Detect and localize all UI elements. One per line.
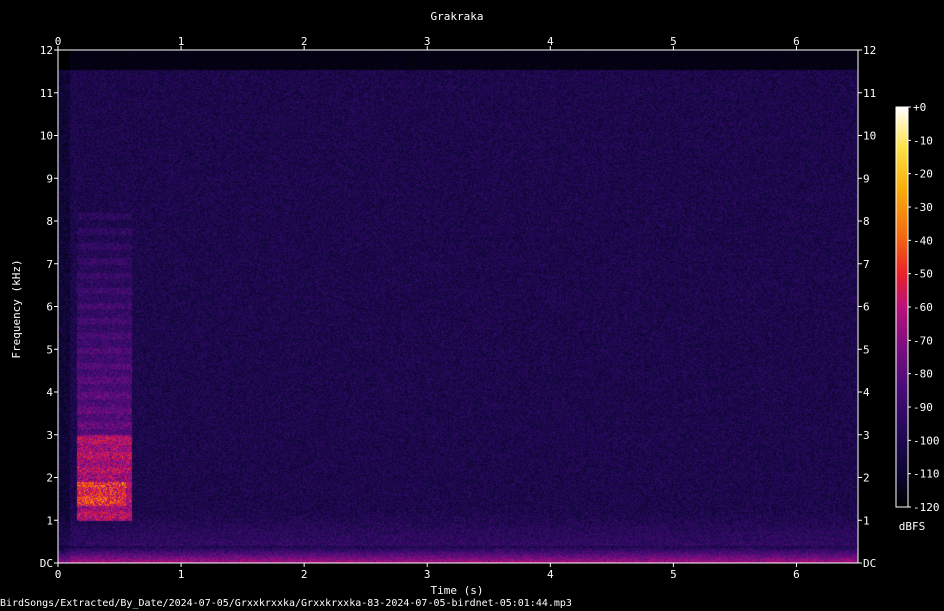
spectrogram-figure: Grakraka 0 0 1 1 2 2 3 3 4 4 5 5 6 6 DC DC 1 1 2 2 3 3 4 4 5 5 6 6 7… bbox=[0, 0, 944, 611]
x-tick-label-top: 4 bbox=[547, 35, 554, 48]
spectrogram-raster bbox=[58, 50, 858, 563]
colorbar-tick-label: -10 bbox=[913, 134, 933, 147]
colorbar-tick-label: -50 bbox=[913, 268, 933, 281]
y-tick-label-left: 11 bbox=[40, 87, 53, 100]
y-tick-label-right: 1 bbox=[863, 514, 870, 527]
colorbar-tick-label: -110 bbox=[913, 468, 940, 481]
x-tick-label-top: 6 bbox=[793, 35, 800, 48]
y-tick-label-left: 3 bbox=[46, 429, 53, 442]
spectrogram-canvas bbox=[58, 50, 858, 563]
colorbar-tick-label: -100 bbox=[913, 434, 940, 447]
x-tick-label-top: 2 bbox=[301, 35, 308, 48]
x-tick-label-bottom: 5 bbox=[670, 568, 677, 581]
y-tick-label-left: 4 bbox=[46, 386, 53, 399]
y-tick-label-left: 2 bbox=[46, 472, 53, 485]
x-tick-label-top: 1 bbox=[178, 35, 185, 48]
x-tick-label-bottom: 6 bbox=[793, 568, 800, 581]
y-tick-label-left: 1 bbox=[46, 514, 53, 527]
spectrogram-area bbox=[58, 50, 858, 563]
colorbar-tick-label: -120 bbox=[913, 501, 940, 514]
y-axis-label: Frequency (kHz) bbox=[10, 259, 23, 358]
y-tick-label-right: 4 bbox=[863, 386, 870, 399]
colorbar-tick-label: -70 bbox=[913, 334, 933, 347]
colorbar: +0 -10 -20 -30 -40 -50 -60 -70 -80 -90 -100 -110 -12… bbox=[895, 101, 940, 514]
x-tick-label-top: 0 bbox=[55, 35, 62, 48]
y-tick-label-left: 10 bbox=[40, 130, 53, 143]
chart-title: Grakraka bbox=[431, 10, 484, 23]
y-tick-label-right: 9 bbox=[863, 172, 870, 185]
y-tick-label-right: 2 bbox=[863, 472, 870, 485]
colorbar-tick-label: -20 bbox=[913, 168, 933, 181]
file-path-footer: BirdSongs/Extracted/By_Date/2024-07-05/G… bbox=[0, 598, 572, 609]
y-tick-label-right: 8 bbox=[863, 215, 870, 228]
x-tick-label-bottom: 4 bbox=[547, 568, 554, 581]
x-axis-label: Time (s) bbox=[431, 584, 484, 597]
y-tick-label-left: 5 bbox=[46, 343, 53, 356]
x-tick-label-bottom: 3 bbox=[424, 568, 431, 581]
colorbar-tick-label: -40 bbox=[913, 234, 933, 247]
colorbar-tick-label: -30 bbox=[913, 201, 933, 214]
y-tick-label-right: 10 bbox=[863, 130, 876, 143]
colorbar-tick-label: -90 bbox=[913, 401, 933, 414]
y-tick-label-right: 11 bbox=[863, 87, 876, 100]
colorbar-tick-label: -60 bbox=[913, 301, 933, 314]
x-tick-label-bottom: 2 bbox=[301, 568, 308, 581]
x-tick-label-bottom: 1 bbox=[178, 568, 185, 581]
colorbar-tick-label: -80 bbox=[913, 368, 933, 381]
x-tick-label-top: 3 bbox=[424, 35, 431, 48]
y-tick-label-right: 6 bbox=[863, 301, 870, 314]
y-tick-label-left: 12 bbox=[40, 44, 53, 57]
colorbar-tick-label: +0 bbox=[913, 101, 926, 114]
colorbar-gradient bbox=[895, 106, 909, 508]
y-tick-label-left: 7 bbox=[46, 258, 53, 271]
x-tick-label-top: 5 bbox=[670, 35, 677, 48]
y-tick-label-right: 3 bbox=[863, 429, 870, 442]
y-tick-label-right: 12 bbox=[863, 44, 876, 57]
y-tick-label-right: 7 bbox=[863, 258, 870, 271]
colorbar-label: dBFS bbox=[899, 520, 926, 533]
spectrogram-chart: Grakraka 00112233445566DC DC1 12 23 34 45 56 67… bbox=[10, 10, 940, 597]
x-tick-label-bottom: 0 bbox=[55, 568, 62, 581]
y-tick-label-left: 8 bbox=[46, 215, 53, 228]
y-tick-label-left: 9 bbox=[46, 172, 53, 185]
y-tick-label-right: DC bbox=[863, 557, 876, 570]
y-tick-label-right: 5 bbox=[863, 343, 870, 356]
y-tick-label-left: 6 bbox=[46, 301, 53, 314]
y-tick-label-left: DC bbox=[40, 557, 53, 570]
